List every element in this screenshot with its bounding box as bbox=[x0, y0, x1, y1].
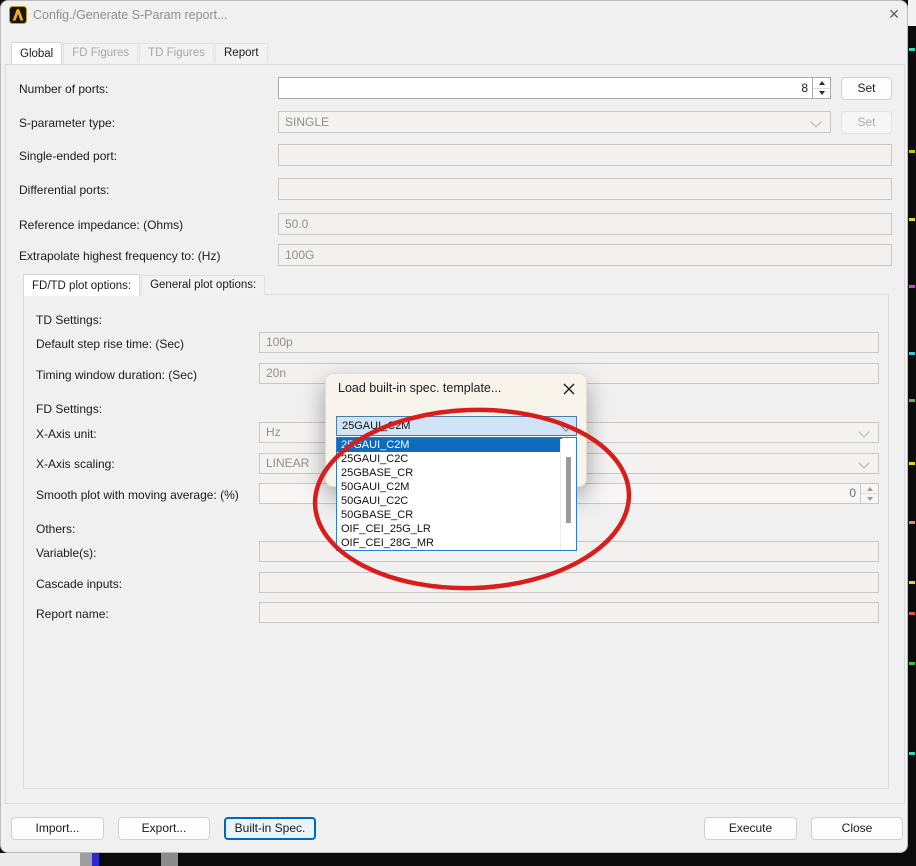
variables-label: Variable(s): bbox=[36, 546, 97, 560]
popup-close-icon[interactable] bbox=[560, 380, 578, 398]
background-app-sliver bbox=[909, 612, 915, 615]
import-button[interactable]: Import... bbox=[11, 817, 104, 840]
single-ended-port-label: Single-ended port: bbox=[19, 149, 118, 163]
background-app-sliver bbox=[909, 285, 915, 288]
report-name-input bbox=[259, 602, 879, 623]
background-app-sliver bbox=[909, 48, 915, 51]
background-app-sliver bbox=[909, 581, 915, 584]
default-step-rise-time-label: Default step rise time: (Sec) bbox=[36, 337, 185, 351]
list-item[interactable]: 50GAUI_C2M bbox=[337, 480, 562, 494]
chevron-down-icon bbox=[560, 420, 572, 432]
s-parameter-type-label: S-parameter type: bbox=[19, 116, 116, 130]
reference-impedance-input: 50.0 bbox=[278, 213, 892, 235]
tab-fd-figures: FD Figures bbox=[63, 43, 139, 63]
background-app-sliver bbox=[909, 399, 915, 402]
reference-impedance-label: Reference impedance: (Ohms) bbox=[19, 218, 184, 232]
popup-title: Load built-in spec. template... bbox=[338, 381, 502, 395]
background-app-sliver bbox=[909, 662, 915, 665]
tab-report[interactable]: Report bbox=[215, 43, 268, 63]
spec-template-combobox[interactable]: 25GAUI_C2M bbox=[336, 416, 577, 436]
set-ports-button[interactable]: Set bbox=[841, 77, 892, 100]
background-app-sliver bbox=[80, 853, 92, 866]
extrapolate-frequency-input: 100G bbox=[278, 244, 892, 266]
cascade-inputs-input bbox=[259, 572, 879, 593]
spin-down-icon[interactable] bbox=[818, 91, 825, 96]
background-app-sliver bbox=[909, 521, 915, 524]
close-button[interactable]: Close bbox=[811, 817, 903, 840]
smooth-plot-value: 0 bbox=[849, 486, 856, 500]
tab-general-plot-options[interactable]: General plot options: bbox=[141, 275, 266, 295]
cascade-inputs-label: Cascade inputs: bbox=[36, 577, 123, 591]
window-title: Config./Generate S-Param report... bbox=[33, 8, 228, 22]
single-ended-port-input bbox=[278, 144, 892, 166]
tab-fdtd-plot-options[interactable]: FD/TD plot options: bbox=[23, 274, 141, 296]
smooth-plot-label: Smooth plot with moving average: (%) bbox=[36, 488, 239, 502]
spin-up-icon[interactable] bbox=[818, 80, 825, 85]
fd-settings-heading: FD Settings: bbox=[36, 402, 103, 416]
default-step-rise-time-input: 100p bbox=[259, 332, 879, 353]
background-app-sliver bbox=[909, 218, 915, 221]
spec-template-combobox-value: 25GAUI_C2M bbox=[342, 420, 411, 432]
close-icon[interactable]: × bbox=[881, 3, 907, 27]
number-of-ports-label: Number of ports: bbox=[19, 82, 109, 96]
single-ended-port-value bbox=[279, 145, 891, 151]
list-item[interactable]: 25GAUI_C2C bbox=[337, 452, 562, 466]
background-app-sliver bbox=[909, 752, 915, 755]
number-of-ports-spinbox[interactable]: 8 bbox=[278, 77, 831, 99]
differential-ports-value bbox=[279, 179, 891, 185]
td-settings-heading: TD Settings: bbox=[36, 313, 103, 327]
export-button[interactable]: Export... bbox=[118, 817, 210, 840]
background-app-sliver bbox=[92, 853, 99, 866]
background-app-sliver bbox=[161, 853, 178, 866]
main-tab-bar: Global FD Figures TD Figures Report bbox=[11, 42, 269, 64]
list-item[interactable]: 50GAUI_C2C bbox=[337, 494, 562, 508]
list-item[interactable]: 25GAUI_C2M bbox=[337, 438, 562, 452]
spin-down-icon bbox=[866, 496, 873, 501]
timing-window-duration-label: Timing window duration: (Sec) bbox=[36, 368, 197, 382]
s-parameter-type-dropdown: SINGLE bbox=[278, 111, 831, 133]
tab-td-figures: TD Figures bbox=[139, 43, 214, 63]
spin-up-icon bbox=[866, 486, 873, 491]
plot-options-tab-bar: FD/TD plot options: General plot options… bbox=[23, 274, 266, 296]
list-scrollbar[interactable] bbox=[560, 439, 575, 550]
smooth-plot-spinner bbox=[860, 484, 878, 503]
background-app-sliver bbox=[908, 0, 916, 26]
default-step-rise-time-value: 100p bbox=[266, 335, 293, 349]
report-name-value bbox=[260, 603, 878, 609]
list-item[interactable]: OIF_CEI_25G_LR bbox=[337, 522, 562, 536]
differential-ports-label: Differential ports: bbox=[19, 183, 110, 197]
extrapolate-frequency-label: Extrapolate highest frequency to: (Hz) bbox=[19, 249, 221, 263]
x-axis-scaling-label: X-Axis scaling: bbox=[36, 457, 115, 471]
builtin-spec-button[interactable]: Built-in Spec. bbox=[224, 817, 316, 840]
differential-ports-input bbox=[278, 178, 892, 200]
number-of-ports-spinner[interactable] bbox=[812, 78, 830, 98]
others-heading: Others: bbox=[36, 522, 76, 536]
dialog-load-builtin-spec-template: Load built-in spec. template... 25GAUI_C… bbox=[325, 373, 587, 551]
extrapolate-frequency-value: 100G bbox=[285, 248, 315, 262]
x-axis-unit-label: X-Axis unit: bbox=[36, 427, 97, 441]
set-type-button: Set bbox=[841, 111, 892, 134]
reference-impedance-value: 50.0 bbox=[285, 217, 309, 231]
background-app-sliver bbox=[909, 150, 915, 153]
background-app-sliver bbox=[0, 853, 80, 866]
execute-button[interactable]: Execute bbox=[704, 817, 797, 840]
list-item[interactable]: 25GBASE_CR bbox=[337, 466, 562, 480]
number-of-ports-value: 8 bbox=[801, 81, 808, 95]
list-item[interactable]: OIF_CEI_28G_MR bbox=[337, 536, 562, 550]
tab-global[interactable]: Global bbox=[11, 42, 63, 64]
cascade-inputs-value bbox=[260, 573, 878, 579]
scrollbar-thumb[interactable] bbox=[566, 457, 571, 523]
report-name-label: Report name: bbox=[36, 607, 109, 621]
list-item[interactable]: 50GBASE_CR bbox=[337, 508, 562, 522]
app-logo-icon bbox=[9, 6, 27, 24]
spec-template-dropdown-list: 25GAUI_C2M 25GAUI_C2C 25GBASE_CR 50GAUI_… bbox=[336, 437, 577, 551]
background-app-sliver bbox=[909, 352, 915, 355]
s-parameter-type-value: SINGLE bbox=[285, 115, 330, 129]
screen: Config./Generate S-Param report... × Glo… bbox=[0, 0, 916, 866]
background-app-sliver bbox=[909, 462, 915, 465]
